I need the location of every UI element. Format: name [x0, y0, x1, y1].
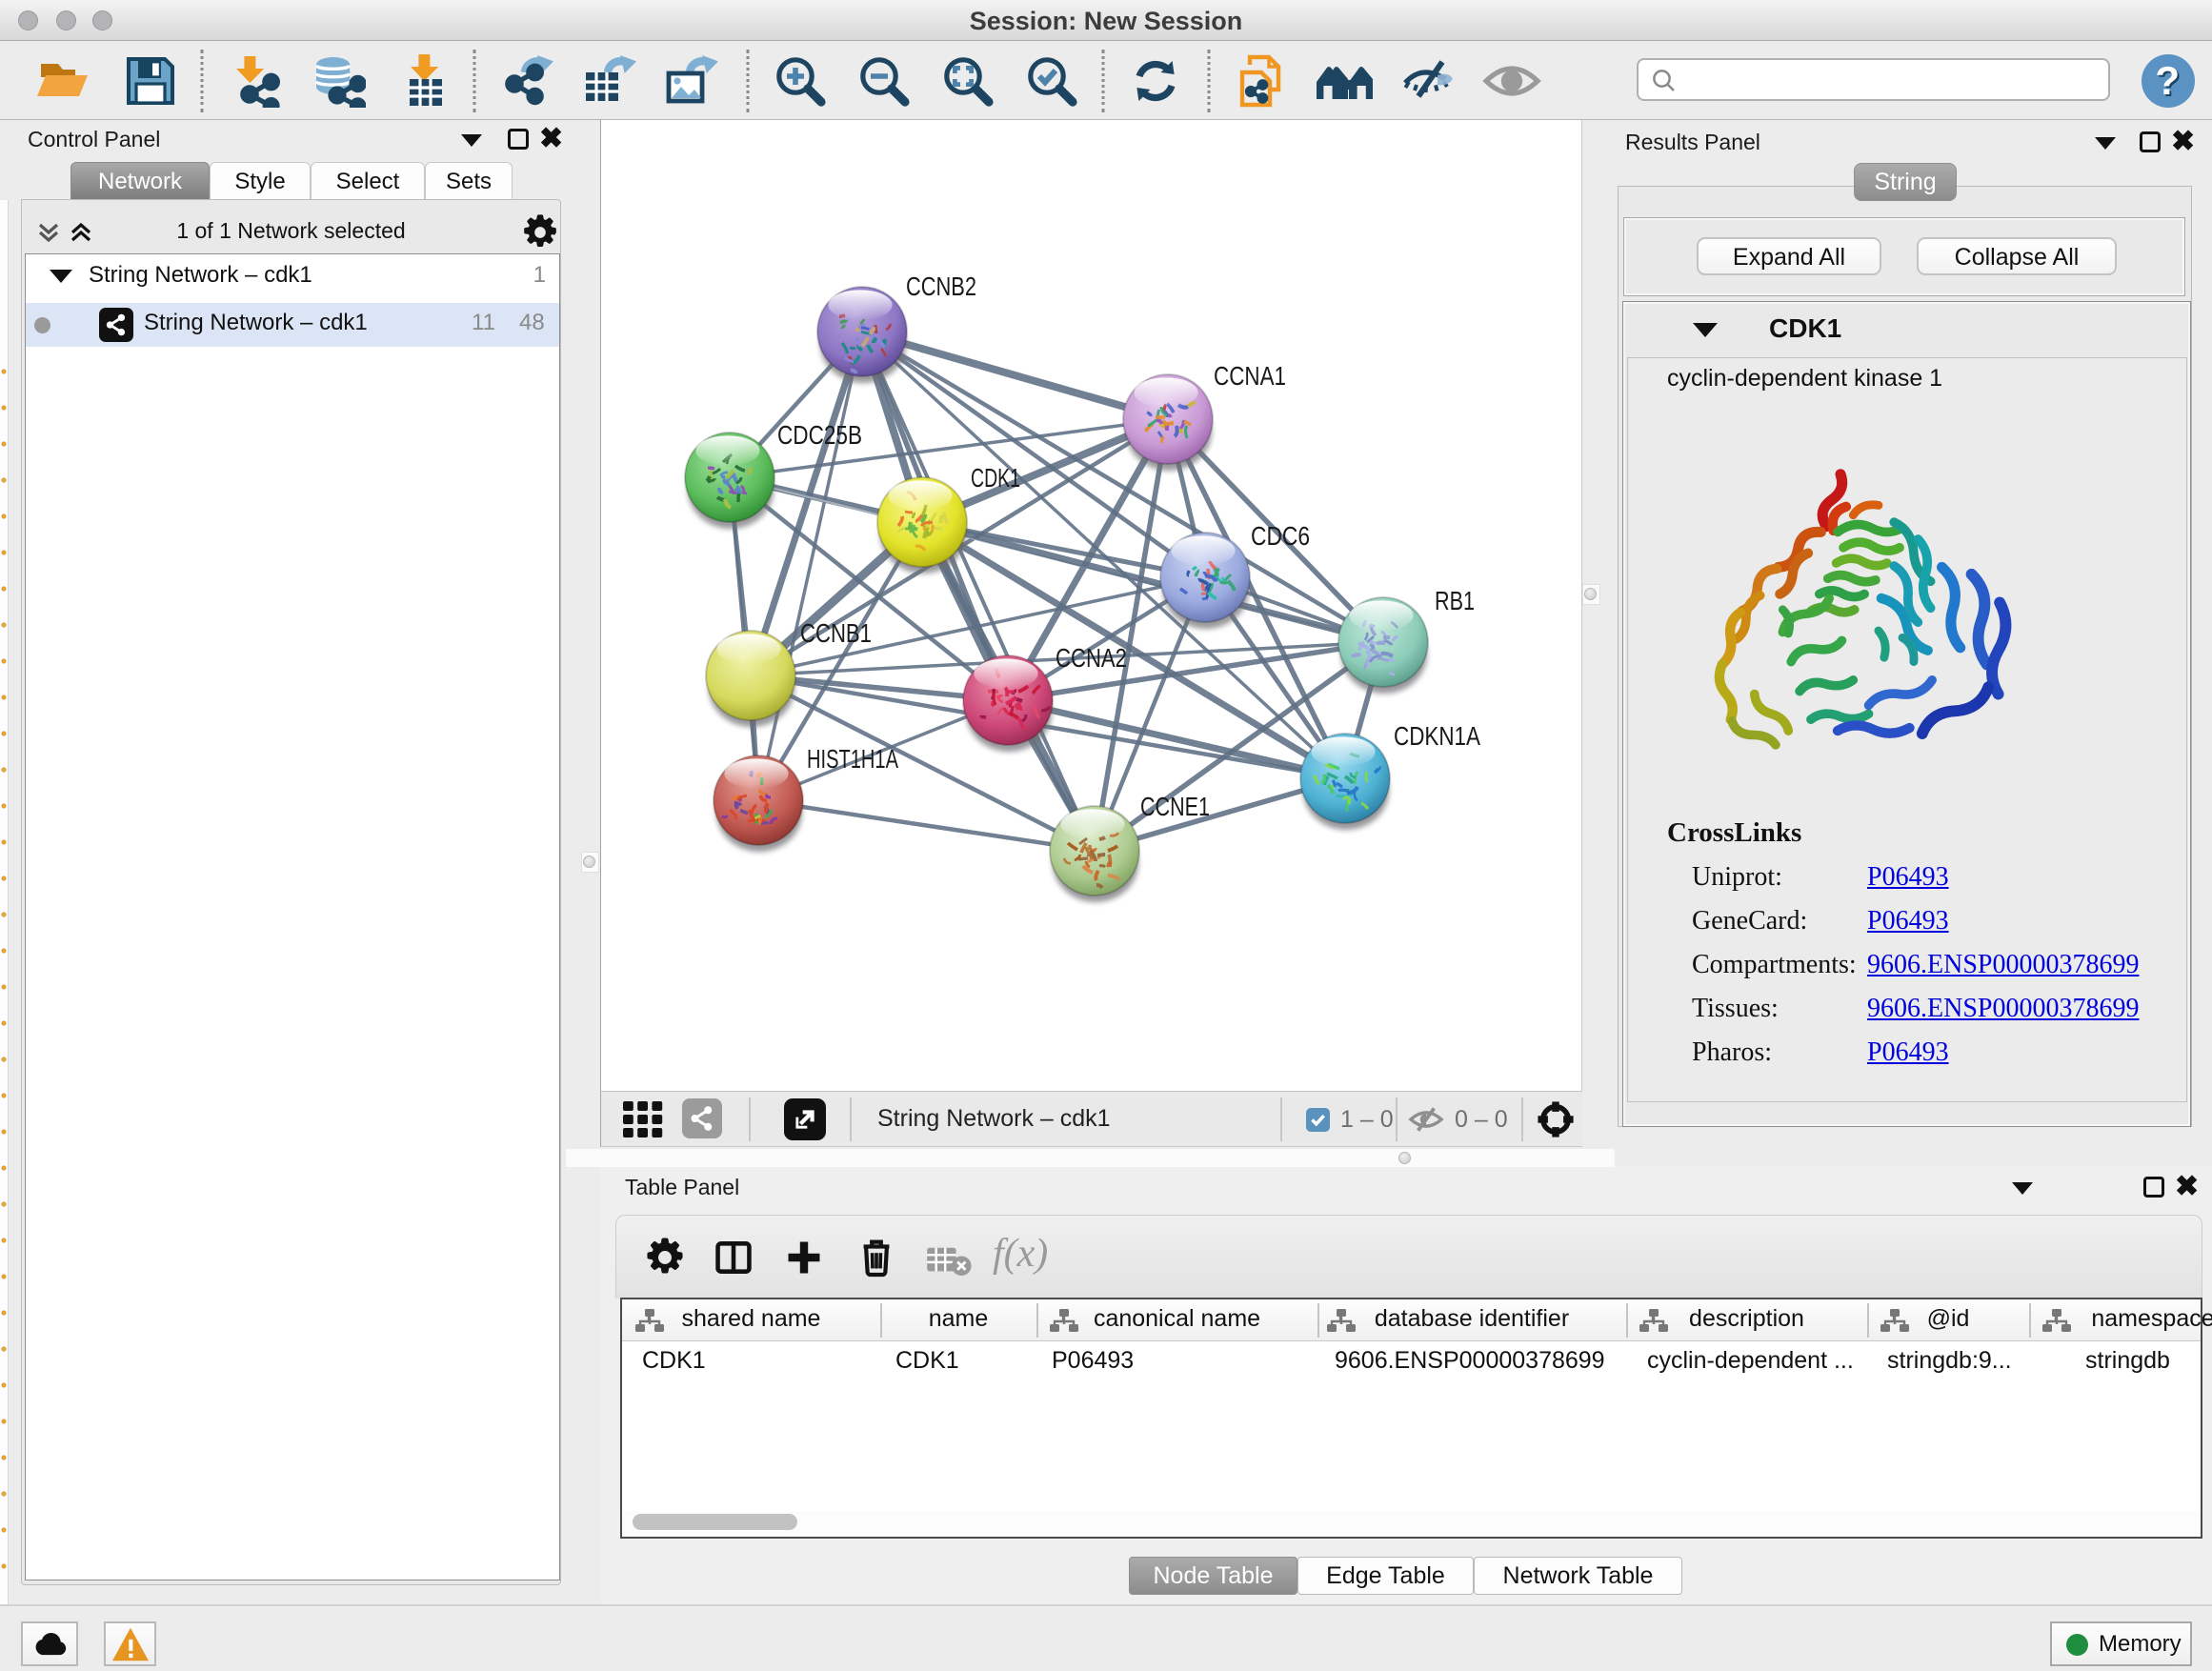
svg-text:CDKN1A: CDKN1A [1394, 721, 1480, 751]
svg-text:HIST1H1A: HIST1H1A [807, 744, 898, 774]
svg-text:CDC6: CDC6 [1251, 521, 1310, 551]
svg-text:CCNE1: CCNE1 [1140, 792, 1210, 821]
svg-text:CCNA2: CCNA2 [1056, 643, 1127, 673]
svg-text:CCNB2: CCNB2 [906, 272, 976, 301]
svg-text:?: ? [2155, 58, 2180, 103]
svg-text:RB1: RB1 [1435, 586, 1475, 615]
svg-text:CDC25B: CDC25B [777, 420, 862, 450]
svg-text:CCNB1: CCNB1 [800, 618, 872, 648]
svg-text:CCNA1: CCNA1 [1214, 361, 1286, 391]
svg-text:CDK1: CDK1 [971, 463, 1020, 493]
